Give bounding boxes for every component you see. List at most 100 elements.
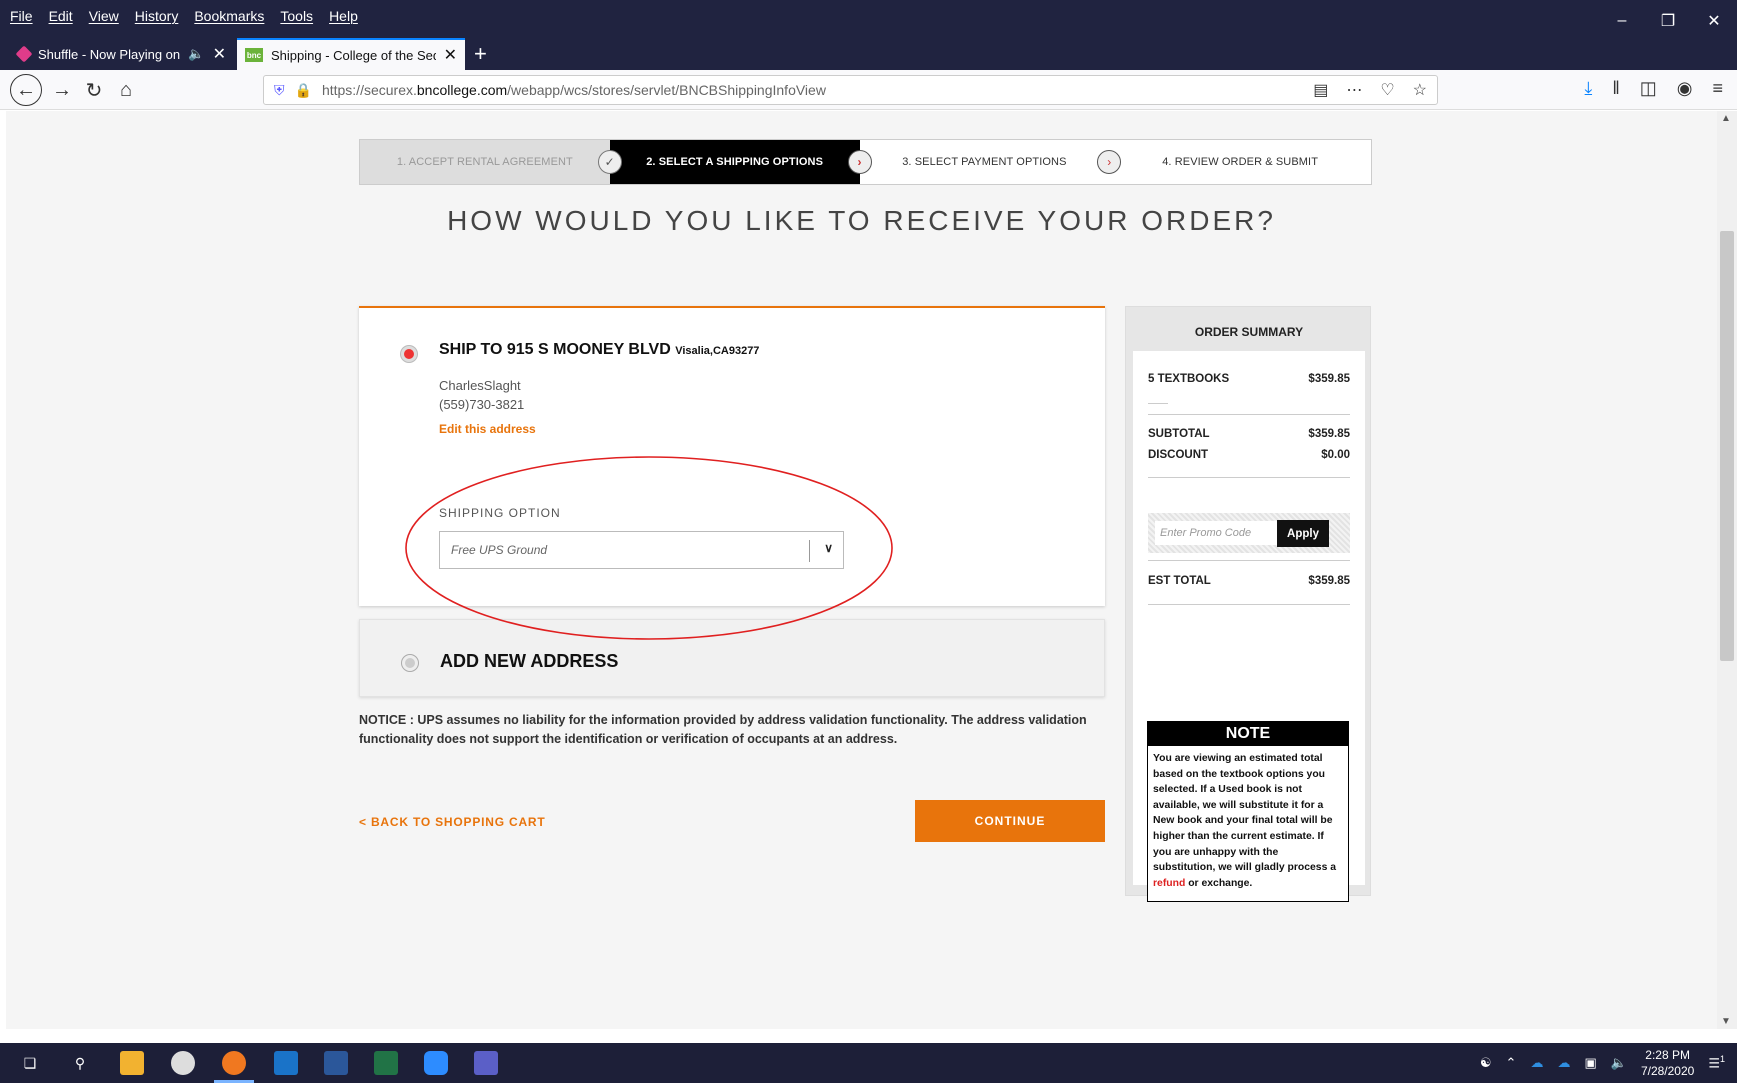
menu-edit[interactable]: Edit (49, 8, 73, 24)
divider (1148, 477, 1350, 478)
url-text: https://securex.bncollege.com/webapp/wcs… (321, 82, 826, 98)
tab-title: Shipping - College of the Sequ (271, 47, 436, 63)
close-window-icon[interactable]: ✕ (1691, 6, 1737, 36)
subtotal-label: SUBTOTAL (1148, 428, 1210, 440)
address-radio-selected[interactable] (401, 346, 417, 362)
download-icon[interactable]: ⤓ (1584, 78, 1592, 99)
search-icon[interactable]: ⚲ (68, 1051, 92, 1075)
restore-icon[interactable]: ❐ (1645, 6, 1691, 36)
subtotal-value: $359.85 (1308, 428, 1350, 440)
items-value: $359.85 (1308, 373, 1350, 385)
ups-notice: NOTICE : UPS assumes no liability for th… (359, 713, 1087, 746)
menu-bar: File Edit View History Bookmarks Tools H… (10, 8, 358, 24)
system-tray: ☯ ⌃ ☁ ☁ ▣ 🔈 2:28 PM 7/28/2020 ☰1 (1480, 1047, 1725, 1079)
menu-history[interactable]: History (135, 8, 179, 24)
tray-chevron-up-icon[interactable]: ⌃ (1506, 1055, 1517, 1071)
people-icon[interactable]: ☯ (1480, 1055, 1492, 1071)
onedrive-business-icon[interactable]: ☁ (1557, 1055, 1570, 1071)
add-new-address-card[interactable]: ADD NEW ADDRESS (359, 619, 1105, 697)
network-icon[interactable]: ▣ (1584, 1055, 1596, 1071)
step-payment[interactable]: 3. SELECT PAYMENT OPTIONS › (859, 140, 1122, 184)
onedrive-icon[interactable]: ☁ (1530, 1055, 1543, 1071)
menu-help[interactable]: Help (329, 8, 358, 24)
shuffle-favicon-icon (15, 45, 33, 63)
order-summary-title: ORDER SUMMARY (1194, 325, 1304, 339)
more-actions-icon[interactable]: ⋯ (1346, 80, 1362, 100)
step-label: 3. SELECT PAYMENT OPTIONS (902, 156, 1067, 168)
outlook-icon[interactable] (274, 1051, 298, 1075)
minimize-icon[interactable]: – (1599, 6, 1645, 36)
back-to-cart-link[interactable]: < BACK TO SHOPPING CART (359, 815, 546, 829)
pocket-icon[interactable]: ♡ (1380, 80, 1394, 100)
hamburger-menu-icon[interactable]: ≡ (1712, 78, 1723, 99)
step-label: 4. REVIEW ORDER & SUBMIT (1162, 156, 1319, 168)
step-accept-rental[interactable]: 1. ACCEPT RENTAL AGREEMENT ✓ (360, 140, 622, 184)
speaker-icon[interactable]: 🔈 (188, 46, 204, 62)
tab-title: Shuffle - Now Playing on Pa (38, 46, 181, 62)
home-icon[interactable]: ⌂ (112, 76, 140, 104)
continue-button[interactable]: CONTINUE (915, 800, 1105, 842)
tab-shipping[interactable]: bnc Shipping - College of the Sequ ✕ (237, 38, 465, 70)
bookmark-star-icon[interactable]: ☆ (1413, 80, 1427, 100)
file-explorer-icon[interactable] (120, 1051, 144, 1075)
navigation-bar: ← → ↻ ⌂ ⛨ 🔒 https://securex.bncollege.co… (0, 70, 1737, 110)
checkout-steps: 1. ACCEPT RENTAL AGREEMENT ✓ 2. SELECT A… (359, 139, 1372, 185)
forward-arrow-icon[interactable]: → (48, 76, 76, 104)
note-title: NOTE (1148, 722, 1348, 746)
step-shipping[interactable]: 2. SELECT A SHIPPING OPTIONS › (609, 140, 872, 184)
tracking-shield-icon[interactable]: ⛨ (274, 82, 285, 99)
ship-to-heading: SHIP TO 915 S MOONEY BLVD Visalia,CA9327… (439, 341, 760, 358)
new-tab-icon[interactable]: + (474, 38, 487, 70)
volume-icon[interactable]: 🔈 (1611, 1055, 1627, 1071)
shipping-option-select[interactable]: Free UPS Ground ∨ (439, 531, 844, 569)
lock-icon[interactable]: 🔒 (295, 82, 312, 99)
page-title: HOW WOULD YOU LIKE TO RECEIVE YOUR ORDER… (447, 205, 1276, 236)
subtotal-row: SUBTOTAL $359.85 (1148, 428, 1350, 440)
reader-view-icon[interactable]: ▤ (1313, 80, 1328, 100)
close-tab-icon[interactable]: ✕ (444, 45, 457, 65)
sidebar-icon[interactable]: ◫ (1640, 78, 1657, 99)
divider (1148, 560, 1350, 561)
step-review[interactable]: 4. REVIEW ORDER & SUBMIT (1109, 140, 1371, 184)
windows-start-icon[interactable]: ❏ (18, 1051, 42, 1075)
promo-code-input[interactable]: Enter Promo Code (1155, 521, 1277, 545)
address-radio-unselected[interactable] (402, 655, 418, 671)
reload-icon[interactable]: ↻ (80, 76, 108, 104)
recipient-name: CharlesSlaght (439, 378, 521, 393)
close-tab-icon[interactable]: ✕ (213, 44, 226, 64)
menu-view[interactable]: View (89, 8, 119, 24)
tab-shuffle[interactable]: Shuffle - Now Playing on Pa 🔈 ✕ (10, 38, 234, 70)
discount-row: DISCOUNT $0.00 (1148, 449, 1350, 461)
word-icon[interactable] (324, 1051, 348, 1075)
checkmark-icon: ✓ (597, 150, 622, 174)
teams-icon[interactable] (474, 1051, 498, 1075)
apply-promo-button[interactable]: Apply (1277, 520, 1329, 547)
chevron-down-icon[interactable]: ∨ (824, 541, 833, 555)
menu-file[interactable]: File (10, 8, 33, 24)
chevron-right-icon: › (847, 150, 872, 174)
library-icon[interactable]: ‖ (1612, 78, 1619, 99)
window-controls: – ❐ ✕ (1599, 6, 1737, 36)
shipping-option-label: SHIPPING OPTION (439, 506, 561, 520)
page-scrollbar[interactable]: ▲ ▼ (1717, 111, 1737, 1029)
url-bar[interactable]: ⛨ 🔒 https://securex.bncollege.com/webapp… (263, 75, 1438, 105)
scroll-down-icon[interactable]: ▼ (1721, 1016, 1731, 1027)
menu-tools[interactable]: Tools (280, 8, 313, 24)
zoom-icon[interactable] (424, 1051, 448, 1075)
clock[interactable]: 2:28 PM 7/28/2020 (1641, 1047, 1694, 1079)
refund-link[interactable]: refund (1153, 878, 1185, 889)
notifications-icon[interactable]: ☰1 (1708, 1054, 1725, 1071)
scroll-up-icon[interactable]: ▲ (1721, 113, 1731, 124)
notification-count: 1 (1719, 1054, 1725, 1065)
account-icon[interactable]: ◉ (1677, 78, 1693, 99)
menu-bookmarks[interactable]: Bookmarks (194, 8, 264, 24)
edit-address-link[interactable]: Edit this address (439, 422, 536, 436)
firefox-icon[interactable] (222, 1051, 246, 1075)
back-arrow-icon[interactable]: ← (10, 74, 42, 106)
step-label: 2. SELECT A SHIPPING OPTIONS (646, 156, 824, 168)
url-actions: ▤ ⋯ ♡ ☆ (1313, 80, 1427, 100)
chrome-icon[interactable] (171, 1051, 195, 1075)
excel-icon[interactable] (374, 1051, 398, 1075)
recipient-phone: (559)730-3821 (439, 397, 525, 412)
scroll-thumb[interactable] (1720, 231, 1734, 661)
